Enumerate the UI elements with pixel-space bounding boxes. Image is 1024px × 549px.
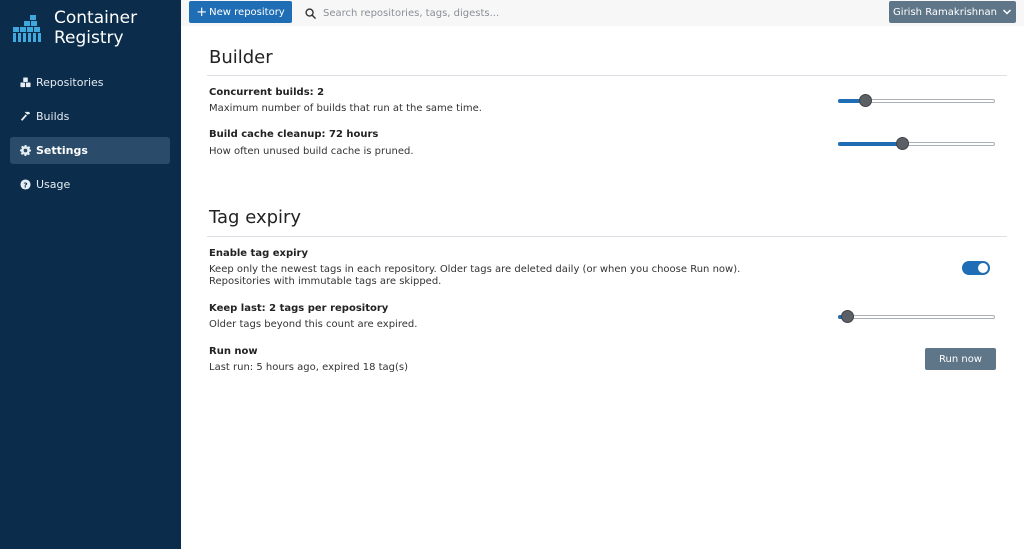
new-repository-label: New repository <box>209 6 285 18</box>
builder-section-title: Builder <box>209 47 273 68</box>
tag-expiry-section-title: Tag expiry <box>209 207 302 228</box>
cubes-icon <box>19 77 31 89</box>
sidebar-item-label: Repositories <box>36 76 104 89</box>
build-cache-cleanup-description: How often unused build cache is pruned. <box>209 146 414 157</box>
search-bar <box>305 4 685 22</box>
user-menu-button[interactable]: Girish Ramakrishnan <box>889 1 1016 23</box>
builder-divider <box>207 75 1007 76</box>
container-registry-logo-icon <box>13 15 41 42</box>
keep-last-slider[interactable] <box>838 310 995 324</box>
slider-fill <box>838 142 902 146</box>
gear-icon <box>19 145 31 157</box>
run-now-button[interactable]: Run now <box>925 348 996 370</box>
new-repository-button[interactable]: + New repository <box>189 1 292 23</box>
sidebar-item-label: Builds <box>36 110 70 123</box>
brand-title: Container Registry <box>54 8 137 48</box>
tag-expiry-divider <box>207 236 1007 237</box>
enable-tag-expiry-description-line2: Repositories with immutable tags are ski… <box>209 276 442 287</box>
concurrent-builds-description: Maximum number of builds that run at the… <box>209 103 482 114</box>
keep-last-label: Keep last: 2 tags per repository <box>209 303 389 314</box>
user-name: Girish Ramakrishnan <box>893 6 997 18</box>
concurrent-builds-label: Concurrent builds: 2 <box>209 87 325 98</box>
enable-tag-expiry-description: Keep only the newest tags in each reposi… <box>209 264 740 288</box>
question-circle-icon: ? <box>19 179 31 191</box>
enable-tag-expiry-label: Enable tag expiry <box>209 248 308 259</box>
slider-thumb[interactable] <box>896 137 909 150</box>
sidebar-item-label: Usage <box>36 178 71 191</box>
toggle-knob <box>978 263 988 273</box>
sidebar-item-settings[interactable]: Settings <box>10 137 170 164</box>
chevron-down-icon <box>1002 9 1011 15</box>
run-now-label: Run now <box>209 346 258 357</box>
sidebar-item-repositories[interactable]: Repositories <box>10 69 170 96</box>
search-input[interactable] <box>323 7 663 19</box>
sidebar-item-usage[interactable]: ? Usage <box>10 171 170 198</box>
slider-track <box>838 315 995 319</box>
keep-last-description: Older tags beyond this count are expired… <box>209 319 418 330</box>
slider-thumb[interactable] <box>841 310 854 323</box>
sidebar-nav: Repositories Builds Settings ? Usage <box>10 69 170 205</box>
search-icon <box>305 7 316 19</box>
enable-tag-expiry-toggle[interactable] <box>962 261 990 275</box>
brand-title-line2: Registry <box>54 28 124 48</box>
build-cache-cleanup-label: Build cache cleanup: 72 hours <box>209 129 379 140</box>
concurrent-builds-slider[interactable] <box>838 94 995 108</box>
brand-title-line1: Container <box>54 8 138 28</box>
last-run-description: Last run: 5 hours ago, expired 18 tag(s) <box>209 362 409 373</box>
sidebar-item-label: Settings <box>36 144 88 157</box>
top-bar: + New repository Girish Ramakrishnan <box>181 0 1024 26</box>
hammer-icon <box>19 111 31 123</box>
brand[interactable]: Container Registry <box>12 8 137 48</box>
slider-thumb[interactable] <box>859 94 872 107</box>
svg-text:?: ? <box>23 180 27 189</box>
enable-tag-expiry-description-line1: Keep only the newest tags in each reposi… <box>209 264 741 275</box>
sidebar-item-builds[interactable]: Builds <box>10 103 170 130</box>
sidebar: Container Registry Repositories Builds S… <box>0 0 181 549</box>
main-content: Builder Concurrent builds: 2 Maximum num… <box>181 26 1024 549</box>
plus-icon: + <box>196 4 208 20</box>
build-cache-cleanup-slider[interactable] <box>838 137 995 151</box>
